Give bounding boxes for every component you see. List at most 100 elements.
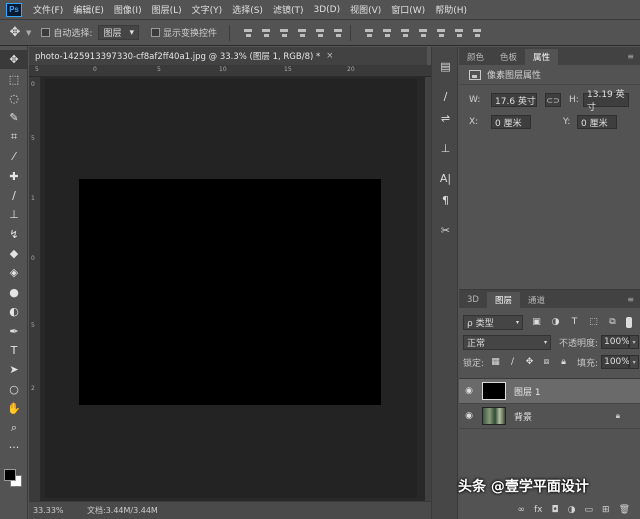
ruler-horizontal[interactable]: 5 0 5 10 15 20	[29, 65, 431, 77]
distribute-vcenter-icon[interactable]	[381, 27, 393, 39]
fill-field[interactable]: 100%	[601, 355, 630, 369]
brush-tool-icon[interactable]: ∕	[0, 186, 28, 205]
align-right-icon[interactable]	[332, 27, 344, 39]
lock-transparent-icon[interactable]: ▦	[490, 357, 501, 368]
menu-image[interactable]: 图像(I)	[109, 3, 147, 16]
menu-layer[interactable]: 图层(L)	[147, 3, 187, 16]
path-select-tool-icon[interactable]: ➤	[0, 360, 28, 379]
zoom-tool-icon[interactable]: ⌕	[0, 418, 28, 437]
healing-brush-tool-icon[interactable]: ✚	[0, 166, 28, 185]
move-tool-icon[interactable]: ✥	[0, 50, 28, 70]
photoshop-logo[interactable]: Ps	[6, 2, 22, 17]
auto-select-checkbox[interactable]	[41, 28, 51, 37]
filter-toggle-switch[interactable]	[626, 316, 632, 328]
layer-name[interactable]: 背景	[514, 410, 532, 423]
chevron-down-icon[interactable]: ▼	[26, 29, 31, 37]
ruler-vertical[interactable]: 0 5 1 0 5 2	[29, 77, 41, 501]
filter-adjustment-icon[interactable]: ◑	[550, 317, 561, 328]
link-layers-icon[interactable]: ∞	[518, 505, 526, 515]
menu-help[interactable]: 帮助(H)	[430, 3, 472, 16]
menu-3d[interactable]: 3D(D)	[308, 5, 345, 15]
character-panel-icon[interactable]: A|	[432, 167, 459, 189]
move-tool-preset-icon[interactable]: ✥	[4, 24, 26, 42]
lasso-tool-icon[interactable]: ◌	[0, 89, 28, 108]
adjustment-layer-icon[interactable]: ◑	[568, 505, 576, 515]
filter-pixel-icon[interactable]: ▣	[531, 317, 542, 328]
menu-type[interactable]: 文字(Y)	[187, 3, 228, 16]
height-field[interactable]: 13.19 英寸	[583, 90, 629, 113]
align-vcenter-icon[interactable]	[260, 27, 272, 39]
menu-file[interactable]: 文件(F)	[28, 3, 68, 16]
eraser-tool-icon[interactable]: ◆	[0, 244, 28, 263]
blend-mode-dropdown[interactable]: 正常 ▾	[463, 334, 551, 350]
auto-align-icon[interactable]	[471, 27, 483, 39]
quick-select-tool-icon[interactable]: ✎	[0, 108, 28, 127]
distribute-top-icon[interactable]	[363, 27, 375, 39]
align-bottom-icon[interactable]	[278, 27, 290, 39]
y-field[interactable]: 0 厘米	[577, 115, 617, 129]
menu-window[interactable]: 窗口(W)	[386, 3, 430, 16]
shape-tool-icon[interactable]: ○	[0, 380, 28, 399]
add-mask-icon[interactable]: ◘	[552, 505, 559, 515]
align-hcenter-icon[interactable]	[314, 27, 326, 39]
layer-row-layer1[interactable]: ◉ 图层 1	[459, 379, 640, 404]
eyedropper-tool-icon[interactable]: ⁄	[0, 147, 28, 166]
menu-view[interactable]: 视图(V)	[345, 3, 386, 16]
new-group-icon[interactable]: ▭	[585, 505, 594, 515]
marquee-tool-icon[interactable]: ⬚	[0, 69, 28, 88]
pen-tool-icon[interactable]: ✒	[0, 321, 28, 340]
show-transform-checkbox[interactable]	[150, 28, 160, 37]
x-field[interactable]: 0 厘米	[491, 115, 531, 129]
fill-dropdown-icon[interactable]: ▾	[629, 355, 640, 369]
zoom-level[interactable]: 33.33%	[29, 506, 79, 515]
tab-properties[interactable]: 属性	[525, 49, 559, 65]
tab-channels[interactable]: 通道	[520, 292, 553, 308]
layer-row-background[interactable]: ◉ 背景 🔒︎	[459, 404, 640, 429]
brush-panel-icon[interactable]: ∕	[432, 85, 459, 107]
tab-color[interactable]: 颜色	[459, 49, 492, 65]
dodge-tool-icon[interactable]: ◐	[0, 302, 28, 321]
menu-filter[interactable]: 滤镜(T)	[268, 3, 309, 16]
menu-select[interactable]: 选择(S)	[227, 3, 268, 16]
crop-tool-icon[interactable]: ⌗	[0, 128, 28, 147]
panel-menu-icon[interactable]: ≡	[627, 52, 640, 61]
paint-bucket-tool-icon[interactable]: ◈	[0, 263, 28, 282]
close-icon[interactable]: ×	[326, 51, 333, 61]
foreground-color-swatch[interactable]	[4, 469, 16, 482]
filter-smart-object-icon[interactable]: ⧉	[607, 317, 618, 328]
panel-menu-icon[interactable]: ≡	[627, 295, 640, 304]
visibility-eye-icon[interactable]: ◉	[459, 386, 479, 396]
layer-name[interactable]: 图层 1	[514, 385, 541, 398]
paragraph-panel-icon[interactable]: ¶	[432, 189, 459, 211]
filter-type-icon[interactable]: T	[569, 317, 580, 328]
opacity-field[interactable]: 100%	[601, 335, 630, 349]
history-brush-tool-icon[interactable]: ↯	[0, 225, 28, 244]
type-tool-icon[interactable]: T	[0, 341, 28, 360]
lock-all-icon[interactable]: 🔒︎	[558, 357, 569, 368]
clone-stamp-tool-icon[interactable]: ⊥	[0, 205, 28, 224]
width-field[interactable]: 17.6 英寸	[491, 93, 537, 107]
tab-swatches[interactable]: 色板	[492, 49, 525, 65]
align-left-icon[interactable]	[296, 27, 308, 39]
distribute-right-icon[interactable]	[453, 27, 465, 39]
opacity-dropdown-icon[interactable]: ▾	[629, 335, 640, 349]
visibility-eye-icon[interactable]: ◉	[459, 411, 479, 421]
menu-edit[interactable]: 编辑(E)	[68, 3, 109, 16]
kind-filter-dropdown[interactable]: ρ 类型 ▾	[463, 314, 523, 330]
lock-position-icon[interactable]: ✥	[524, 357, 535, 368]
tools-preset-panel-icon[interactable]: ✂	[432, 219, 459, 241]
lock-artboard-icon[interactable]: ⧈	[541, 357, 552, 368]
more-tools-icon[interactable]: ···	[0, 438, 28, 457]
history-panel-icon[interactable]: ▤	[432, 55, 459, 77]
new-layer-icon[interactable]: ⊞	[602, 505, 610, 515]
link-icon[interactable]: ⊂⊃	[545, 93, 561, 107]
align-top-icon[interactable]	[242, 27, 254, 39]
lock-image-icon[interactable]: ∕	[507, 357, 518, 368]
clone-source-panel-icon[interactable]: ⊥	[432, 137, 459, 159]
filter-shape-icon[interactable]: ⬚	[588, 317, 599, 328]
blur-tool-icon[interactable]: ●	[0, 283, 28, 302]
delete-layer-icon[interactable]: 🗑︎	[619, 505, 630, 515]
black-layer-content[interactable]	[79, 179, 381, 405]
distribute-hcenter-icon[interactable]	[435, 27, 447, 39]
hand-tool-icon[interactable]: ✋	[0, 399, 28, 418]
